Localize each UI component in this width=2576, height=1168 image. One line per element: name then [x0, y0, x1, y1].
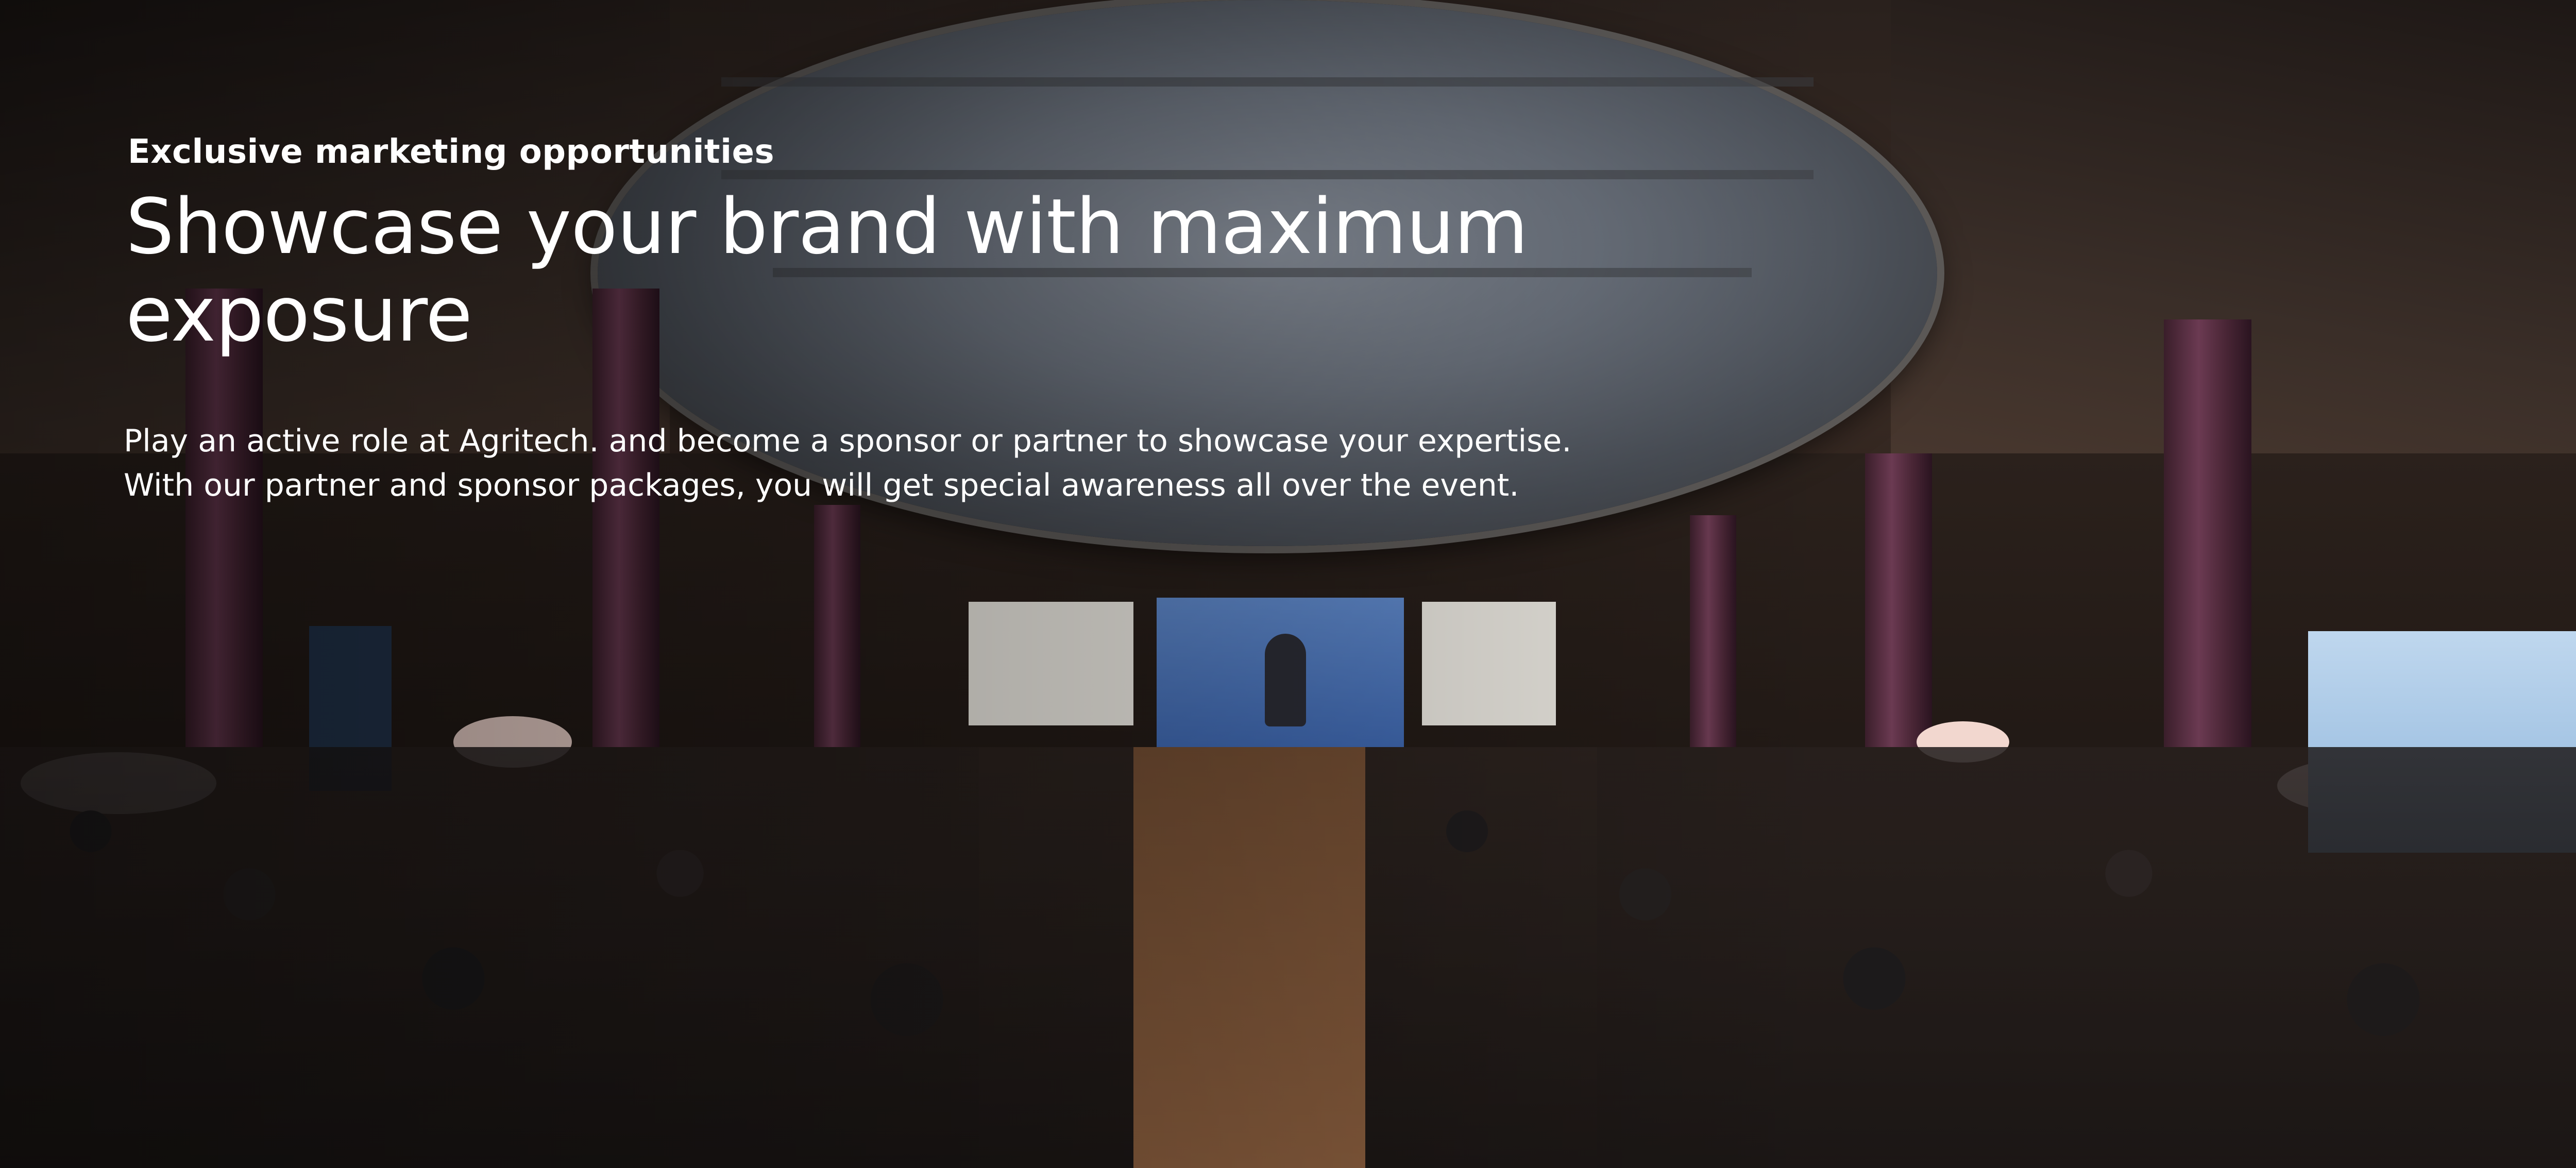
hero-headline: Showcase your brand with maximum exposur…: [126, 182, 1528, 359]
hero-body-line-2: With our partner and sponsor packages, y…: [124, 467, 1519, 503]
hero-body-line-1: Play an active role at Agritech. and bec…: [124, 423, 1572, 459]
hero-banner: Exclusive marketing opportunities Showca…: [0, 0, 2576, 1168]
eyebrow-text: Exclusive marketing opportunities: [128, 133, 775, 171]
hero-text-block: Exclusive marketing opportunities Showca…: [124, 131, 1776, 507]
